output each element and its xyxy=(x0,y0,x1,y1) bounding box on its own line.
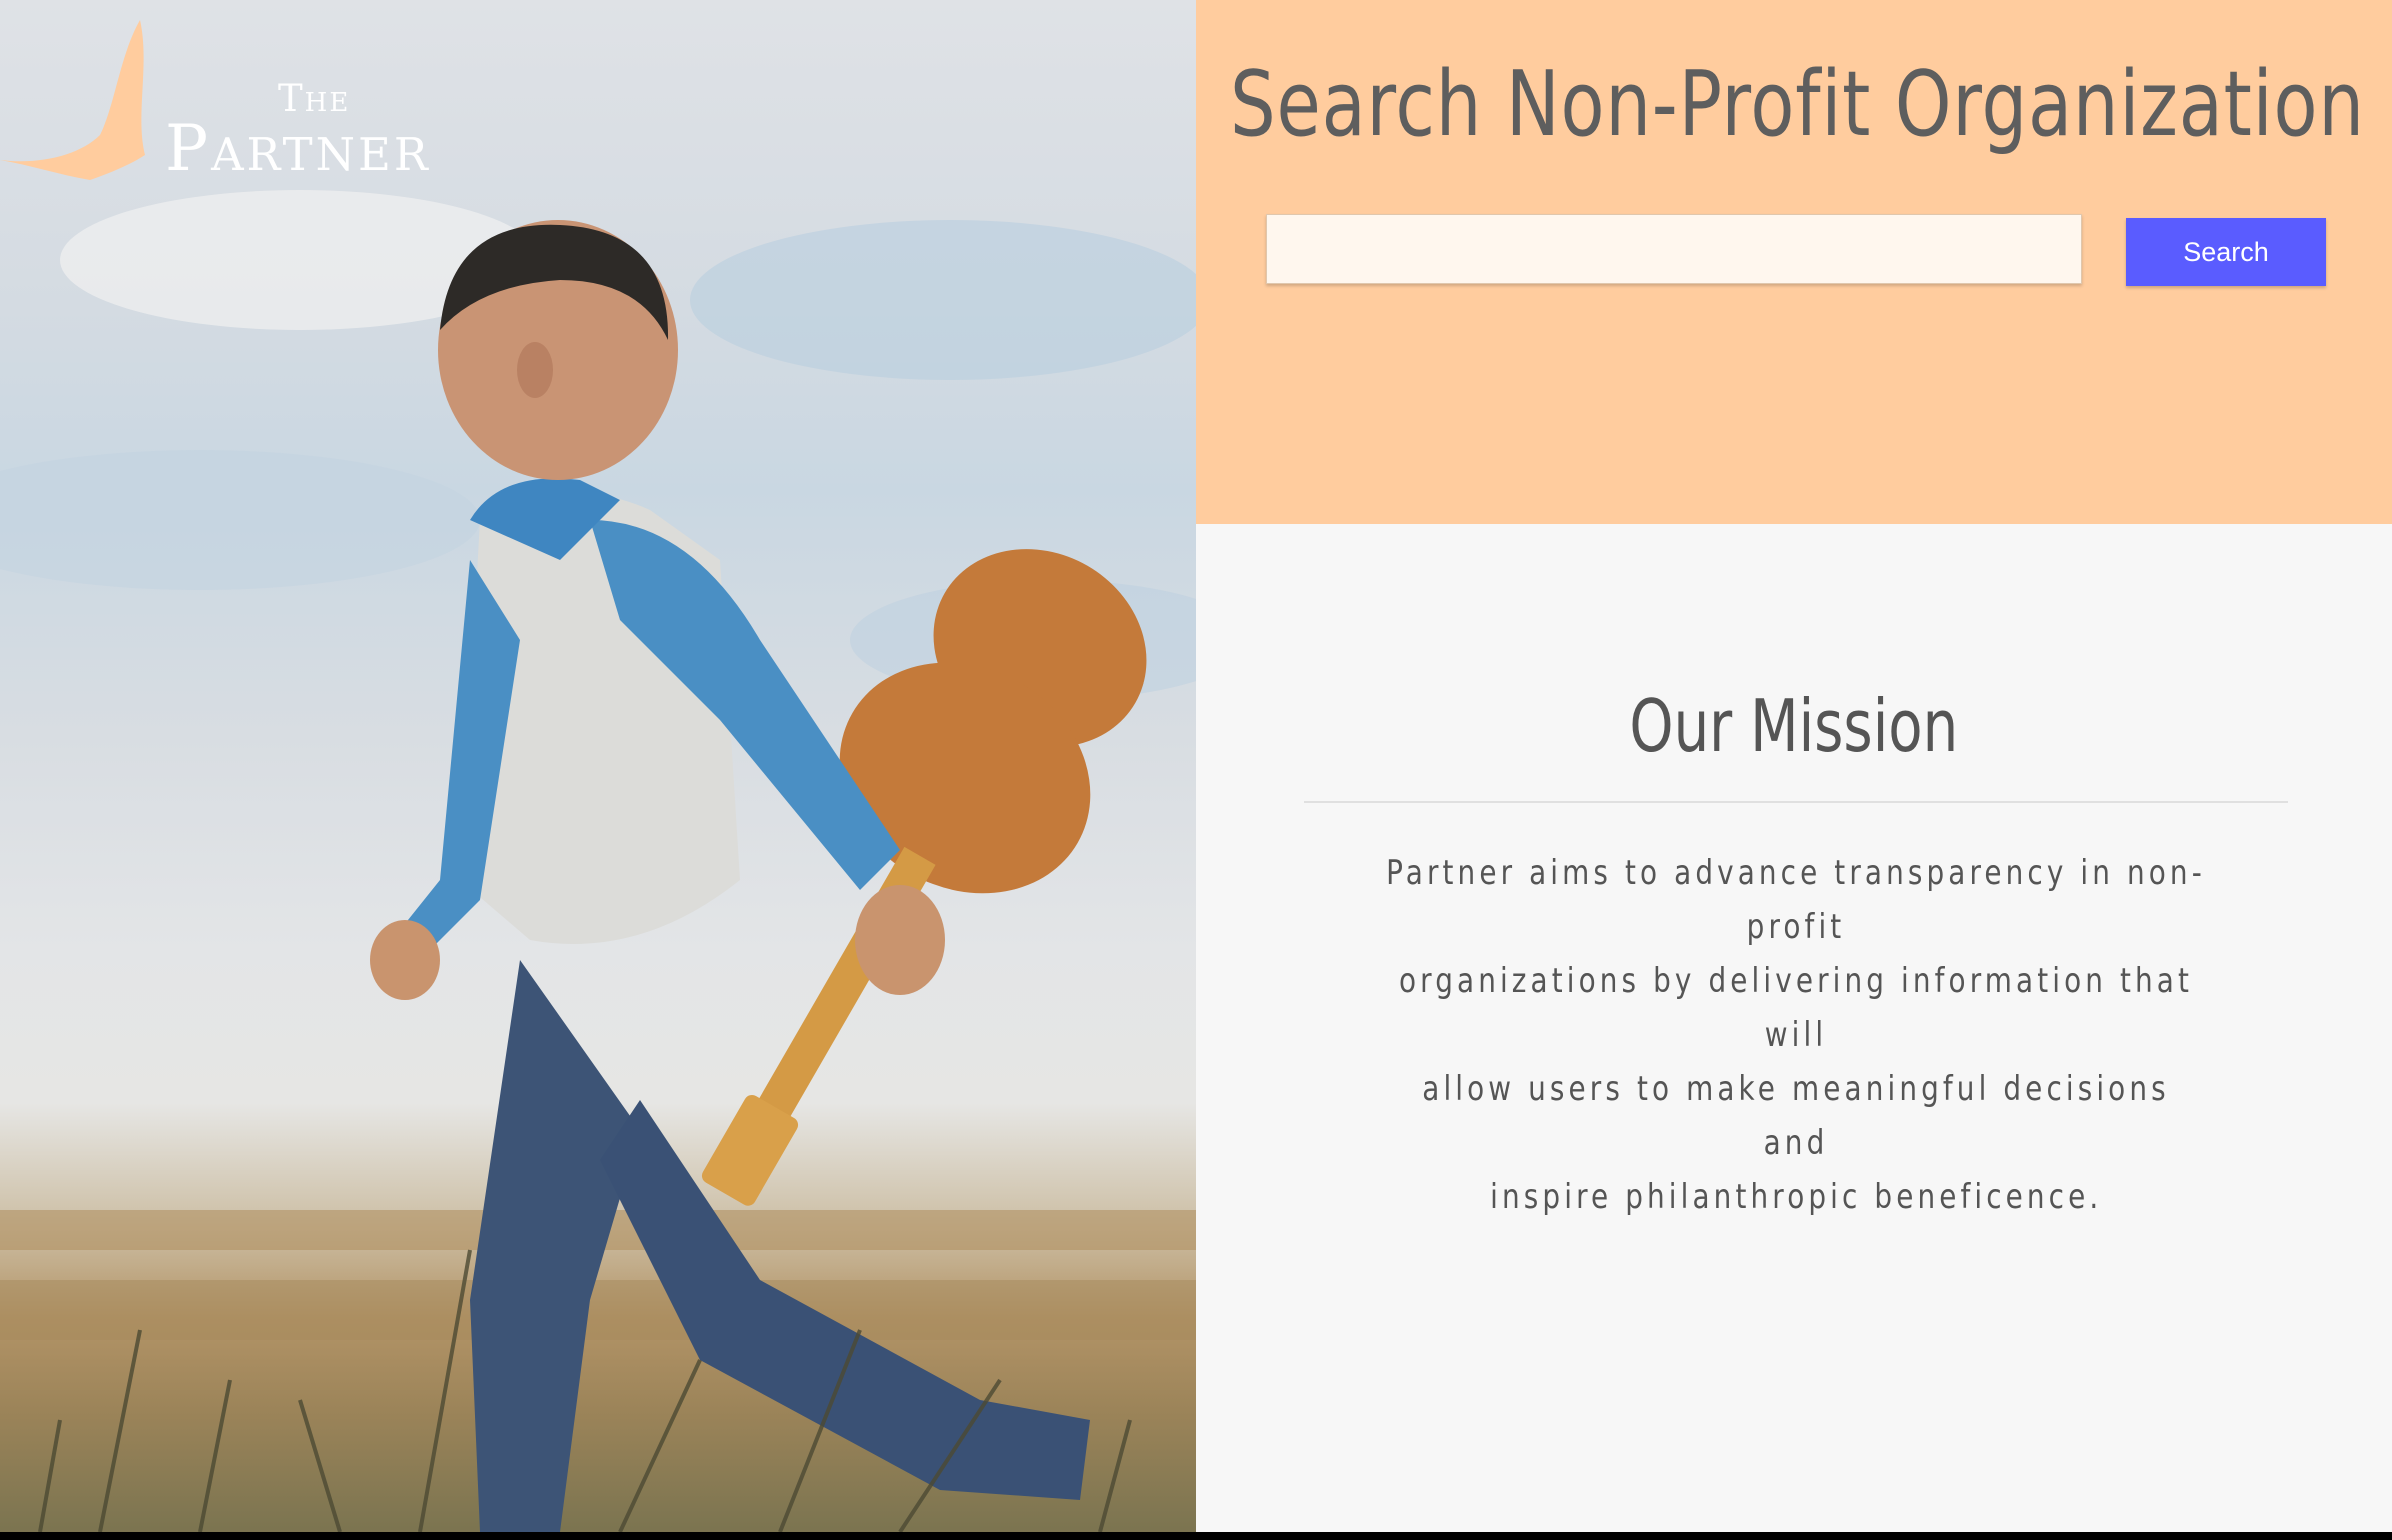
mission-text-line: allow users to make meaningful decisions… xyxy=(1422,1069,2170,1163)
hero-image: The Partner xyxy=(0,0,1196,1532)
mission-divider xyxy=(1304,801,2288,803)
search-button[interactable]: Search xyxy=(2126,218,2326,286)
mission-text-line: Partner aims to advance transparency in … xyxy=(1386,853,2206,947)
search-title: Search Non-Profit Organization xyxy=(1230,52,2365,157)
page: The Partner Search Non-Profit Organizati… xyxy=(0,0,2392,1532)
mission-text: Partner aims to advance transparency in … xyxy=(1296,846,2296,1224)
boy-with-guitar-photo xyxy=(0,190,1196,1532)
search-input[interactable] xyxy=(1266,214,2082,284)
mission-text-line: organizations by delivering information … xyxy=(1398,961,2194,1055)
mission-title: Our Mission xyxy=(1629,684,1959,768)
bird-icon xyxy=(0,20,145,180)
site-logo[interactable]: The Partner xyxy=(0,15,520,190)
logo-line-partner: Partner xyxy=(165,112,431,186)
search-panel: Search Non-Profit Organization Search xyxy=(1196,0,2392,524)
mission-text-line: inspire philanthropic beneficence. xyxy=(1489,1177,2103,1217)
mission-section: Our Mission Partner aims to advance tran… xyxy=(1196,524,2392,1532)
